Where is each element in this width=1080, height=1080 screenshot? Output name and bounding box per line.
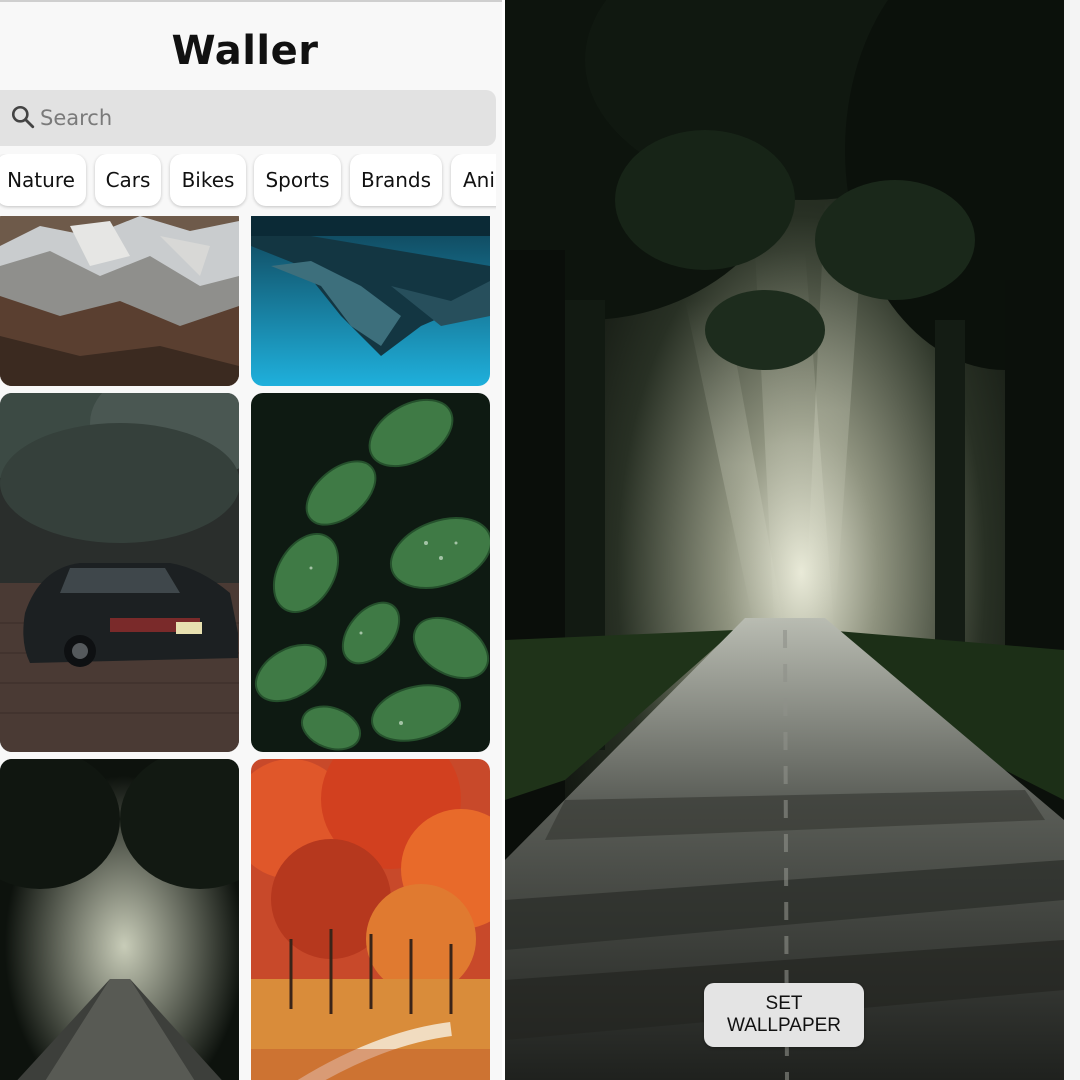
right-edge-margin (1064, 0, 1080, 1080)
wallpaper-grid (0, 216, 496, 1080)
chip-nature[interactable]: Nature (0, 154, 86, 206)
chip-brands[interactable]: Brands (350, 154, 442, 206)
wallpaper-thumb-mountains[interactable] (0, 216, 239, 386)
category-chips: Nature Cars Bikes Sports Brands Ani (0, 154, 496, 210)
search-icon (11, 105, 35, 129)
wallpaper-thumb-forest-road[interactable] (0, 759, 239, 1080)
wallpaper-thumb-leaves[interactable] (251, 393, 490, 752)
chip-cars[interactable]: Cars (95, 154, 161, 206)
wallpaper-preview: SET WALLPAPER (505, 0, 1064, 1080)
chip-bikes[interactable]: Bikes (170, 154, 246, 206)
app-title: Waller (171, 28, 319, 74)
search-input[interactable] (40, 100, 460, 136)
wallpaper-thumb-car[interactable] (0, 393, 239, 752)
search-bar[interactable] (0, 90, 496, 146)
gallery-screen: Waller Nature Cars Bikes Sports Brands A… (0, 0, 502, 1080)
set-wallpaper-button[interactable]: SET WALLPAPER (704, 983, 864, 1047)
status-divider (0, 0, 502, 2)
wallpaper-thumb-lake[interactable] (251, 216, 490, 386)
chip-sports[interactable]: Sports (254, 154, 341, 206)
preview-image-forest-road (505, 0, 1064, 1080)
wallpaper-thumb-autumn[interactable] (251, 759, 490, 1080)
chip-animals[interactable]: Ani (451, 154, 496, 206)
